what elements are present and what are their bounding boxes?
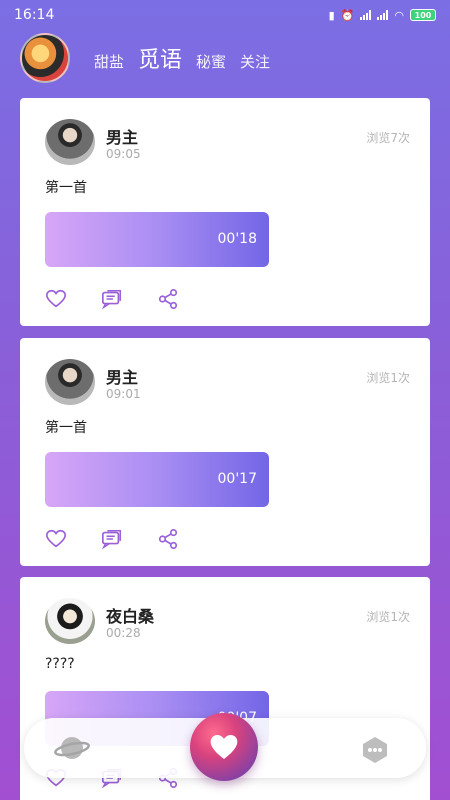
tab-following[interactable]: 关注 bbox=[240, 51, 270, 72]
status-bar: 16:14 ▮ ⏰ ◠ 100 bbox=[0, 0, 450, 30]
tab-seek-words[interactable]: 觅语 bbox=[138, 42, 182, 74]
tab-sweet-salt[interactable]: 甜盐 bbox=[94, 51, 124, 72]
share-button[interactable] bbox=[157, 288, 179, 310]
share-icon bbox=[158, 289, 178, 309]
tab-secret-honey[interactable]: 秘蜜 bbox=[196, 51, 226, 72]
comment-button[interactable] bbox=[101, 528, 123, 550]
audio-duration: 00'17 bbox=[217, 471, 257, 487]
share-button[interactable] bbox=[157, 528, 179, 550]
like-button[interactable] bbox=[45, 528, 67, 550]
comment-icon bbox=[101, 290, 121, 310]
share-icon bbox=[158, 529, 178, 549]
nav-discover-button[interactable] bbox=[54, 732, 90, 764]
heart-outline-icon bbox=[46, 529, 66, 548]
author-name[interactable]: 男主 bbox=[106, 364, 138, 388]
heart-outline-icon bbox=[46, 289, 66, 308]
planet-icon bbox=[54, 737, 90, 759]
author-avatar[interactable] bbox=[45, 598, 95, 644]
more-dots-icon bbox=[363, 737, 387, 763]
author-name[interactable]: 男主 bbox=[106, 124, 138, 148]
like-button[interactable] bbox=[45, 288, 67, 310]
heart-icon bbox=[210, 735, 238, 759]
post-actions bbox=[45, 288, 179, 310]
tab-bar: 甜盐 觅语 秘蜜 关注 bbox=[94, 42, 270, 74]
header: 甜盐 觅语 秘蜜 关注 bbox=[0, 30, 450, 86]
audio-duration: 00'18 bbox=[217, 231, 257, 247]
alarm-icon: ⏰ bbox=[340, 8, 355, 22]
post-actions bbox=[45, 528, 179, 550]
status-time: 16:14 bbox=[14, 7, 55, 23]
post-text: 第一首 bbox=[45, 420, 87, 436]
battery-icon: 100 bbox=[410, 9, 436, 21]
post-text: 第一首 bbox=[45, 180, 87, 196]
post-card[interactable]: 男主 09:01 浏览1次 第一首 00'17 bbox=[20, 338, 430, 566]
bottom-nav bbox=[24, 713, 426, 781]
comment-icon bbox=[101, 530, 121, 550]
vibrate-icon: ▮ bbox=[328, 8, 335, 22]
nav-center-button[interactable] bbox=[190, 713, 258, 781]
post-time: 00:28 bbox=[106, 626, 141, 640]
post-card[interactable]: 男主 09:05 浏览7次 第一首 00'18 bbox=[20, 98, 430, 326]
view-count: 浏览1次 bbox=[366, 371, 410, 385]
author-avatar[interactable] bbox=[45, 359, 95, 405]
view-count: 浏览7次 bbox=[366, 131, 410, 145]
nav-more-button[interactable] bbox=[360, 735, 390, 765]
profile-avatar[interactable] bbox=[20, 33, 70, 83]
comment-button[interactable] bbox=[101, 288, 123, 310]
post-text: ???? bbox=[45, 656, 75, 672]
view-count: 浏览1次 bbox=[366, 610, 410, 624]
audio-player[interactable]: 00'17 bbox=[45, 452, 269, 507]
signal-icon-2 bbox=[377, 10, 389, 20]
wifi-icon: ◠ bbox=[394, 8, 404, 22]
audio-player[interactable]: 00'18 bbox=[45, 212, 269, 267]
status-icons: ▮ ⏰ ◠ 100 bbox=[329, 9, 436, 22]
post-time: 09:01 bbox=[106, 387, 141, 401]
author-name[interactable]: 夜白桑 bbox=[106, 603, 154, 627]
signal-icon bbox=[360, 10, 372, 20]
post-time: 09:05 bbox=[106, 147, 141, 161]
author-avatar[interactable] bbox=[45, 119, 95, 165]
